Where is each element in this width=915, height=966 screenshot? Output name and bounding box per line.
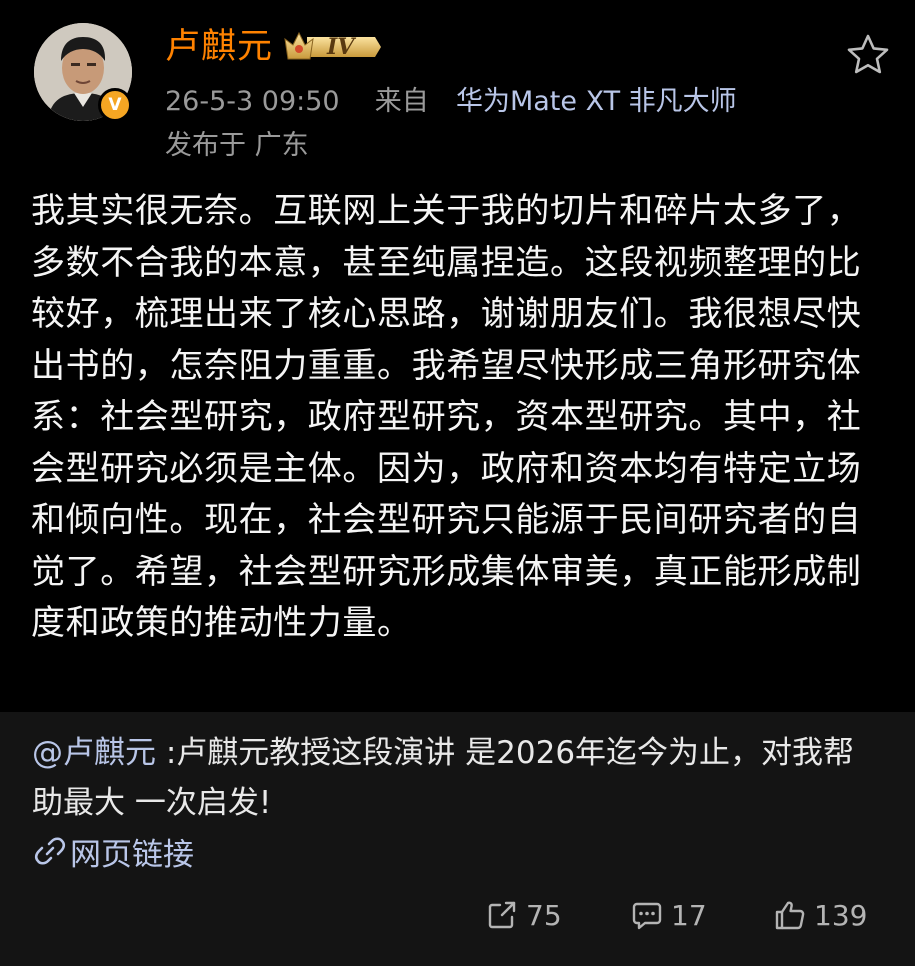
timestamp: 26-5-3 09:50 bbox=[165, 86, 340, 117]
thumbs-up-icon bbox=[775, 901, 805, 930]
device-link[interactable]: 华为Mate XT 非凡大师 bbox=[456, 86, 737, 117]
repost-body: :卢麒元教授这段演讲 是2026年迄今为止，对我帮助最大 一次启发! bbox=[32, 735, 855, 821]
from-label: 来自 bbox=[374, 86, 429, 117]
location: 发布于 广东 bbox=[165, 130, 309, 161]
link-icon bbox=[34, 837, 66, 865]
like-button[interactable]: 139 bbox=[774, 893, 867, 937]
comment-count: 17 bbox=[671, 898, 707, 932]
post-body: 我其实很无奈。互联网上关于我的切片和碎片太多了，多数不合我的本意，甚至纯属捏造。… bbox=[31, 191, 862, 643]
post-header: V 卢麒元 IV 26-5-3 09:50 来自 华为Mate XT 非凡大师 … bbox=[0, 0, 915, 180]
mention-link[interactable]: @卢麒元 bbox=[32, 735, 156, 771]
favorite-button[interactable] bbox=[846, 33, 890, 77]
star-outline-icon bbox=[847, 34, 889, 74]
repost-count: 75 bbox=[526, 898, 562, 932]
post-card: V 卢麒元 IV 26-5-3 09:50 来自 华为Mate XT 非凡大师 … bbox=[0, 0, 915, 712]
share-icon bbox=[488, 901, 516, 929]
comment-button[interactable]: 17 bbox=[631, 893, 707, 937]
verified-icon: V bbox=[98, 88, 132, 122]
author-name[interactable]: 卢麒元 bbox=[165, 24, 273, 70]
verified-mark: V bbox=[108, 95, 122, 115]
web-link-label: 网页链接 bbox=[70, 836, 194, 873]
like-count: 139 bbox=[814, 898, 868, 932]
repost-text: @卢麒元 :卢麒元教授这段演讲 是2026年迄今为止，对我帮助最大 一次启发! bbox=[32, 728, 882, 828]
post-meta: 26-5-3 09:50 来自 华为Mate XT 非凡大师 bbox=[165, 82, 737, 122]
comment-icon bbox=[632, 902, 662, 930]
repost-button[interactable]: 75 bbox=[486, 893, 562, 937]
author-row: 卢麒元 IV bbox=[165, 24, 382, 70]
level-badge[interactable]: IV bbox=[283, 27, 382, 67]
level-text: IV bbox=[327, 34, 355, 60]
web-link[interactable]: 网页链接 bbox=[34, 828, 194, 874]
